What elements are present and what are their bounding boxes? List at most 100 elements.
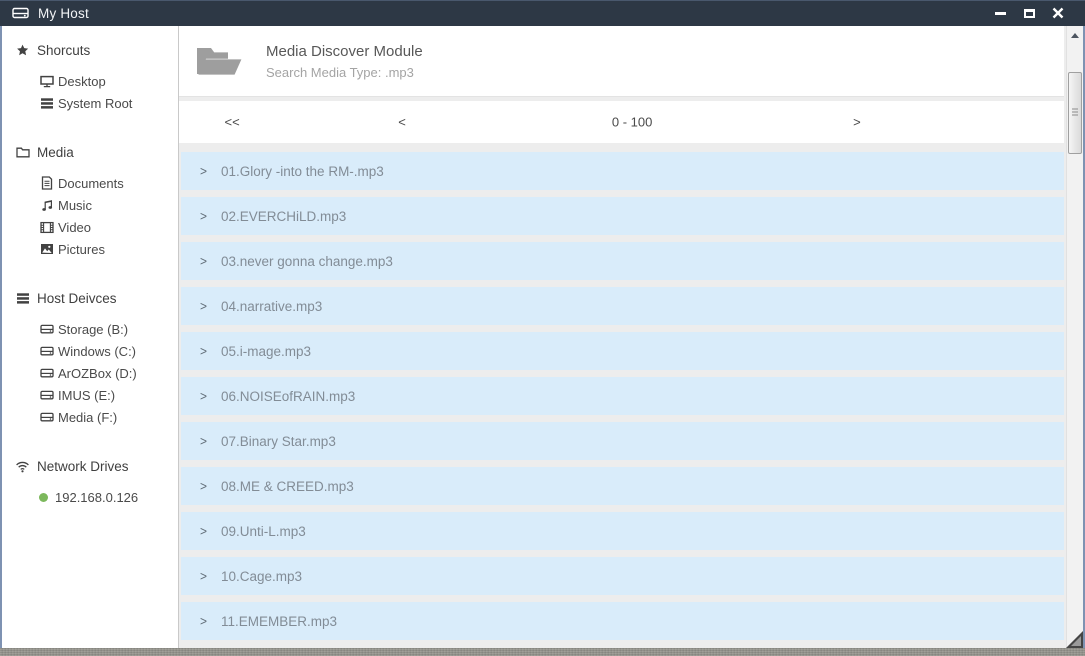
file-row[interactable]: >08.ME & CREED.mp3: [181, 467, 1064, 505]
film-icon: [39, 221, 54, 234]
file-name: 11.EMEMBER.mp3: [221, 614, 337, 629]
sidebar-section-label: Host Deivces: [37, 291, 117, 306]
sidebar-item-label: Media (F:): [58, 410, 117, 425]
sidebar-section-shorcuts: Shorcuts Desktop System Root: [2, 40, 178, 114]
pagination-bar: << < 0 - 100 >: [179, 101, 1064, 143]
online-status-dot: [39, 493, 48, 502]
window-controls: [993, 6, 1075, 20]
close-button[interactable]: [1051, 6, 1065, 20]
sidebar-item-video[interactable]: Video: [2, 216, 178, 238]
main-panel: Media Discover Module Search Media Type:…: [179, 26, 1083, 648]
sidebar-item-label: Windows (C:): [58, 344, 136, 359]
file-name: 01.Glory -into the RM-.mp3: [221, 164, 384, 179]
sidebar-section-network-drives: Network Drives 192.168.0.126: [2, 456, 178, 508]
sidebar-item-label: Documents: [58, 176, 124, 191]
document-icon: [39, 176, 54, 190]
system-root-icon: [39, 97, 54, 110]
host-drive-icon: [12, 6, 29, 20]
scroll-up-arrow-icon[interactable]: [1067, 26, 1083, 44]
minimize-button[interactable]: [993, 6, 1007, 20]
sidebar-item-media-f[interactable]: Media (F:): [2, 406, 178, 428]
file-row[interactable]: >02.EVERCHiLD.mp3: [181, 197, 1064, 235]
file-row[interactable]: >10.Cage.mp3: [181, 557, 1064, 595]
file-name: 10.Cage.mp3: [221, 569, 302, 584]
drive-icon: [39, 367, 54, 379]
sidebar-item-documents[interactable]: Documents: [2, 172, 178, 194]
sidebar-item-label: IMUS (E:): [58, 388, 115, 403]
folder-icon: [15, 146, 30, 158]
expand-chevron-icon[interactable]: >: [200, 298, 207, 313]
sidebar-section-media: Media Documents Music Video Pictures: [2, 142, 178, 260]
sidebar-section-label: Shorcuts: [37, 43, 90, 58]
sidebar-item-label: System Root: [58, 96, 132, 111]
sidebar-section-items: Desktop System Root: [2, 70, 178, 114]
wifi-icon: [15, 460, 30, 473]
sidebar: Shorcuts Desktop System Root Media Documents…: [2, 26, 179, 648]
file-row[interactable]: >01.Glory -into the RM-.mp3: [181, 152, 1064, 190]
file-name: 06.NOISEofRAIN.mp3: [221, 389, 355, 404]
expand-chevron-icon[interactable]: >: [200, 208, 207, 223]
maximize-button[interactable]: [1022, 6, 1036, 20]
file-name: 09.Unti-L.mp3: [221, 524, 306, 539]
sidebar-section-label: Network Drives: [37, 459, 129, 474]
expand-chevron-icon[interactable]: >: [200, 253, 207, 268]
pagination-range-label: 0 - 100: [604, 111, 660, 134]
file-row[interactable]: >11.EMEMBER.mp3: [181, 602, 1064, 640]
sidebar-item-192-168-0-126[interactable]: 192.168.0.126: [2, 486, 178, 508]
file-row[interactable]: >09.Unti-L.mp3: [181, 512, 1064, 550]
expand-chevron-icon[interactable]: >: [200, 613, 207, 628]
module-header-text: Media Discover Module Search Media Type:…: [266, 43, 423, 80]
open-folder-icon: [194, 41, 244, 81]
sidebar-item-label: Music: [58, 198, 92, 213]
pagination-prev-button[interactable]: <: [390, 111, 414, 134]
expand-chevron-icon[interactable]: >: [200, 568, 207, 583]
expand-chevron-icon[interactable]: >: [200, 478, 207, 493]
file-row[interactable]: >04.narrative.mp3: [181, 287, 1064, 325]
file-name: 05.i-mage.mp3: [221, 344, 311, 359]
sidebar-item-label: Desktop: [58, 74, 106, 89]
drive-icon: [39, 323, 54, 335]
drive-icon: [39, 389, 54, 401]
scrollbar[interactable]: [1066, 26, 1083, 648]
file-row[interactable]: >06.NOISEofRAIN.mp3: [181, 377, 1064, 415]
file-row[interactable]: >07.Binary Star.mp3: [181, 422, 1064, 460]
file-name: 02.EVERCHiLD.mp3: [221, 209, 346, 224]
sidebar-section-header: Network Drives: [2, 456, 178, 476]
sidebar-item-imus-e[interactable]: IMUS (E:): [2, 384, 178, 406]
window-body: Shorcuts Desktop System Root Media Documents…: [0, 26, 1085, 648]
file-row[interactable]: >03.never gonna change.mp3: [181, 242, 1064, 280]
module-subtitle: Search Media Type: .mp3: [266, 65, 423, 80]
desktop-background: My Host Shorcuts Desktop System Root Media D…: [0, 0, 1085, 656]
sidebar-item-label: Storage (B:): [58, 322, 128, 337]
sidebar-item-label: Pictures: [58, 242, 105, 257]
monitor-icon: [39, 75, 54, 88]
sidebar-item-system-root[interactable]: System Root: [2, 92, 178, 114]
expand-chevron-icon[interactable]: >: [200, 163, 207, 178]
sidebar-section-header: Media: [2, 142, 178, 162]
sidebar-item-label: Video: [58, 220, 91, 235]
pagination-first-button[interactable]: <<: [217, 111, 248, 134]
sidebar-section-items: Storage (B:) Windows (C:) ArOZBox (D:) IMUS…: [2, 318, 178, 428]
titlebar[interactable]: My Host: [0, 0, 1085, 26]
expand-chevron-icon[interactable]: >: [200, 388, 207, 403]
sidebar-item-desktop[interactable]: Desktop: [2, 70, 178, 92]
sidebar-item-arozbox-d[interactable]: ArOZBox (D:): [2, 362, 178, 384]
sidebar-item-storage-b[interactable]: Storage (B:): [2, 318, 178, 340]
sidebar-section-items: Documents Music Video Pictures: [2, 172, 178, 260]
pagination-next-button[interactable]: >: [845, 111, 869, 134]
sidebar-item-windows-c[interactable]: Windows (C:): [2, 340, 178, 362]
sidebar-section-header: Shorcuts: [2, 40, 178, 60]
sidebar-item-pictures[interactable]: Pictures: [2, 238, 178, 260]
module-header: Media Discover Module Search Media Type:…: [179, 26, 1064, 97]
expand-chevron-icon[interactable]: >: [200, 433, 207, 448]
drive-icon: [39, 411, 54, 423]
expand-chevron-icon[interactable]: >: [200, 523, 207, 538]
sidebar-item-music[interactable]: Music: [2, 194, 178, 216]
drive-icon: [39, 345, 54, 357]
file-row[interactable]: >05.i-mage.mp3: [181, 332, 1064, 370]
file-name: 08.ME & CREED.mp3: [221, 479, 354, 494]
scrollbar-thumb[interactable]: [1068, 72, 1082, 154]
sidebar-section-header: Host Deivces: [2, 288, 178, 308]
expand-chevron-icon[interactable]: >: [200, 343, 207, 358]
file-name: 03.never gonna change.mp3: [221, 254, 393, 269]
